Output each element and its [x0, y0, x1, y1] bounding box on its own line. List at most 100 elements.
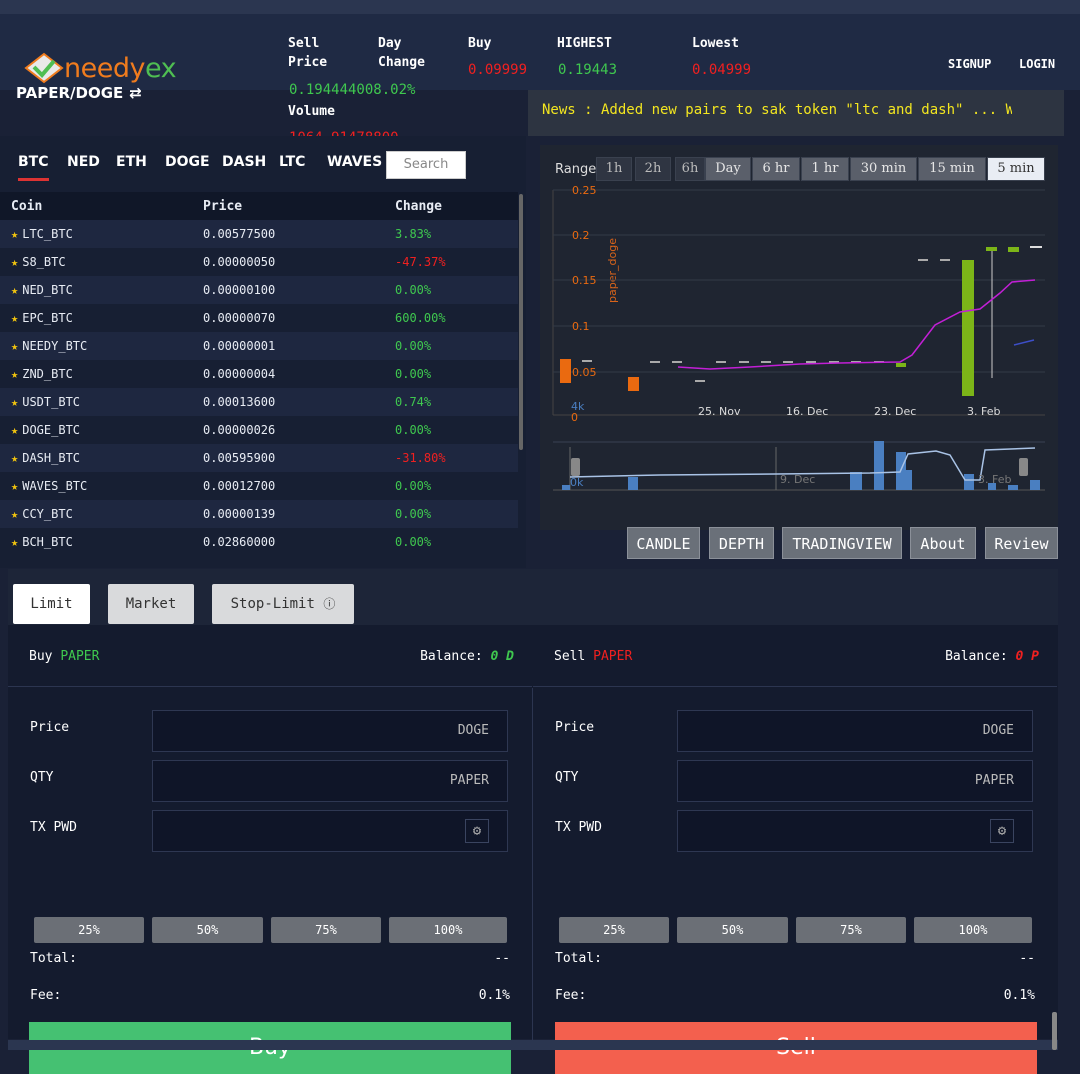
- table-row[interactable]: ★ NED_BTC 0.00000100 0.00%: [0, 276, 518, 304]
- range-5min-button[interactable]: 5 min: [987, 157, 1045, 181]
- pair-selector[interactable]: PAPER/DOGE ⇄: [16, 84, 142, 102]
- table-row[interactable]: ★ DASH_BTC 0.00595900 -31.80%: [0, 444, 518, 472]
- swap-icon[interactable]: ⇄: [129, 84, 142, 102]
- range-15min-button[interactable]: 15 min: [918, 157, 986, 181]
- sell-balance: Balance: 0 P: [945, 649, 1039, 664]
- sell-pct-100-button[interactable]: 100%: [914, 917, 1032, 943]
- candle[interactable]: [716, 361, 726, 363]
- tab-limit[interactable]: Limit: [13, 584, 90, 624]
- tradingview-button[interactable]: TRADINGVIEW: [782, 527, 902, 559]
- sell-pwd-input[interactable]: ⚙: [677, 810, 1033, 852]
- depth-button[interactable]: DEPTH: [709, 527, 774, 559]
- candle[interactable]: [695, 380, 705, 382]
- table-row[interactable]: ★ S8_BTC 0.00000050 -47.37%: [0, 248, 518, 276]
- candle[interactable]: [896, 363, 906, 367]
- navigator-left-handle[interactable]: [571, 458, 580, 476]
- buy-pct-50-button[interactable]: 50%: [152, 917, 263, 943]
- star-icon[interactable]: ★: [11, 479, 18, 493]
- range-1h-button[interactable]: 1h: [596, 157, 632, 181]
- tab-waves[interactable]: WAVES: [327, 154, 382, 170]
- table-row[interactable]: ★ WAVES_BTC 0.00012700 0.00%: [0, 472, 518, 500]
- candle[interactable]: [560, 359, 571, 383]
- candle[interactable]: [783, 361, 793, 363]
- gear-icon[interactable]: ⚙: [465, 819, 489, 843]
- candle[interactable]: [962, 260, 974, 396]
- range-2h-button[interactable]: 2h: [635, 157, 671, 181]
- price-cell: 0.00013600: [203, 395, 276, 409]
- star-icon[interactable]: ★: [11, 367, 18, 381]
- sell-title: Sell PAPER: [554, 649, 633, 664]
- buy-pwd-input[interactable]: ⚙: [152, 810, 508, 852]
- range-6hr-button[interactable]: 6 hr: [752, 157, 800, 181]
- info-icon[interactable]: ⓘ: [323, 597, 335, 611]
- y-tick-label: 0.05: [572, 366, 597, 379]
- candle[interactable]: [650, 361, 660, 363]
- sell-qty-input[interactable]: PAPER: [677, 760, 1033, 802]
- candle[interactable]: [761, 361, 771, 363]
- table-row[interactable]: ★ DOGE_BTC 0.00000026 0.00%: [0, 416, 518, 444]
- tab-dash[interactable]: DASH: [222, 154, 266, 170]
- tab-ned[interactable]: NED: [67, 154, 100, 170]
- table-row[interactable]: ★ CCY_BTC 0.00000139 0.00%: [0, 500, 518, 528]
- star-icon[interactable]: ★: [11, 339, 18, 353]
- range-day-button[interactable]: Day: [705, 157, 751, 181]
- range-1hr-button[interactable]: 1 hr: [801, 157, 849, 181]
- buy-pct-100-button[interactable]: 100%: [389, 917, 507, 943]
- signup-link[interactable]: SIGNUP: [948, 57, 991, 71]
- tab-doge[interactable]: DOGE: [165, 154, 210, 170]
- about-button[interactable]: About: [910, 527, 976, 559]
- table-row[interactable]: ★ EPC_BTC 0.00000070 600.00%: [0, 304, 518, 332]
- tab-btc[interactable]: BTC: [18, 154, 49, 181]
- candle[interactable]: [628, 377, 639, 391]
- navigator-right-handle[interactable]: [1019, 458, 1028, 476]
- sell-pct-75-button[interactable]: 75%: [796, 917, 906, 943]
- page-scrollbar[interactable]: [1052, 1012, 1057, 1050]
- table-row[interactable]: ★ NEEDY_BTC 0.00000001 0.00%: [0, 332, 518, 360]
- table-row[interactable]: ★ BCH_BTC 0.02860000 0.00%: [0, 528, 518, 556]
- star-icon[interactable]: ★: [11, 255, 18, 269]
- market-scrollbar[interactable]: [519, 194, 523, 450]
- range-30min-button[interactable]: 30 min: [850, 157, 917, 181]
- star-icon[interactable]: ★: [11, 395, 18, 409]
- buy-pct-25-button[interactable]: 25%: [34, 917, 144, 943]
- tab-stop-limit[interactable]: Stop-Limit ⓘ: [212, 584, 354, 624]
- logo[interactable]: needyex: [24, 52, 177, 84]
- sell-pct-50-button[interactable]: 50%: [677, 917, 788, 943]
- tab-eth[interactable]: ETH: [116, 154, 147, 170]
- x-tick-label: 25. Nov: [698, 405, 741, 418]
- sell-price-input[interactable]: DOGE: [677, 710, 1033, 752]
- star-icon[interactable]: ★: [11, 423, 18, 437]
- candle[interactable]: [1008, 247, 1019, 252]
- star-icon[interactable]: ★: [11, 311, 18, 325]
- buy-pwd-label: TX PWD: [30, 820, 77, 835]
- table-row[interactable]: ★ LTC_BTC 0.00577500 3.83%: [0, 220, 518, 248]
- candle[interactable]: [739, 361, 749, 363]
- candle[interactable]: [806, 361, 816, 363]
- buy-qty-input[interactable]: PAPER: [152, 760, 508, 802]
- review-button[interactable]: Review: [985, 527, 1058, 559]
- tab-market[interactable]: Market: [108, 584, 194, 624]
- tab-ltc[interactable]: LTC: [279, 154, 305, 170]
- star-icon[interactable]: ★: [11, 451, 18, 465]
- range-6h-button[interactable]: 6h: [675, 157, 705, 181]
- star-icon[interactable]: ★: [11, 507, 18, 521]
- candle[interactable]: [582, 360, 592, 362]
- candle-button[interactable]: CANDLE: [627, 527, 700, 559]
- candle[interactable]: [940, 259, 950, 261]
- candle[interactable]: [918, 259, 928, 261]
- gear-icon[interactable]: ⚙: [990, 819, 1014, 843]
- login-link[interactable]: LOGIN: [1019, 57, 1055, 71]
- buy-pct-75-button[interactable]: 75%: [271, 917, 381, 943]
- star-icon[interactable]: ★: [11, 227, 18, 241]
- table-row[interactable]: ★ USDT_BTC 0.00013600 0.74%: [0, 388, 518, 416]
- star-icon[interactable]: ★: [11, 535, 18, 549]
- search-input[interactable]: Search: [386, 151, 466, 179]
- table-row[interactable]: ★ ZND_BTC 0.00000004 0.00%: [0, 360, 518, 388]
- buy-price-input[interactable]: DOGE: [152, 710, 508, 752]
- candle[interactable]: [672, 361, 682, 363]
- chart-canvas[interactable]: paper_doge 0.25 0.2 0.15 0.1 0.05 25. Nov 16.…: [540, 185, 1058, 530]
- candle[interactable]: [986, 247, 997, 251]
- star-icon[interactable]: ★: [11, 283, 18, 297]
- sell-pct-25-button[interactable]: 25%: [559, 917, 669, 943]
- candle[interactable]: [1030, 246, 1042, 248]
